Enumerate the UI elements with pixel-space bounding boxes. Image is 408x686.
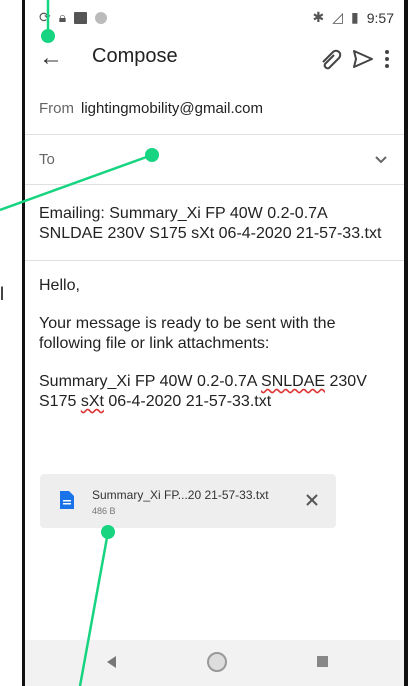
marker-dot <box>41 29 55 43</box>
annotation-line <box>78 531 110 686</box>
annotation-lines <box>0 0 153 686</box>
marker-dot <box>101 525 115 539</box>
marker-dot <box>145 148 159 162</box>
annotation-line <box>0 153 153 212</box>
